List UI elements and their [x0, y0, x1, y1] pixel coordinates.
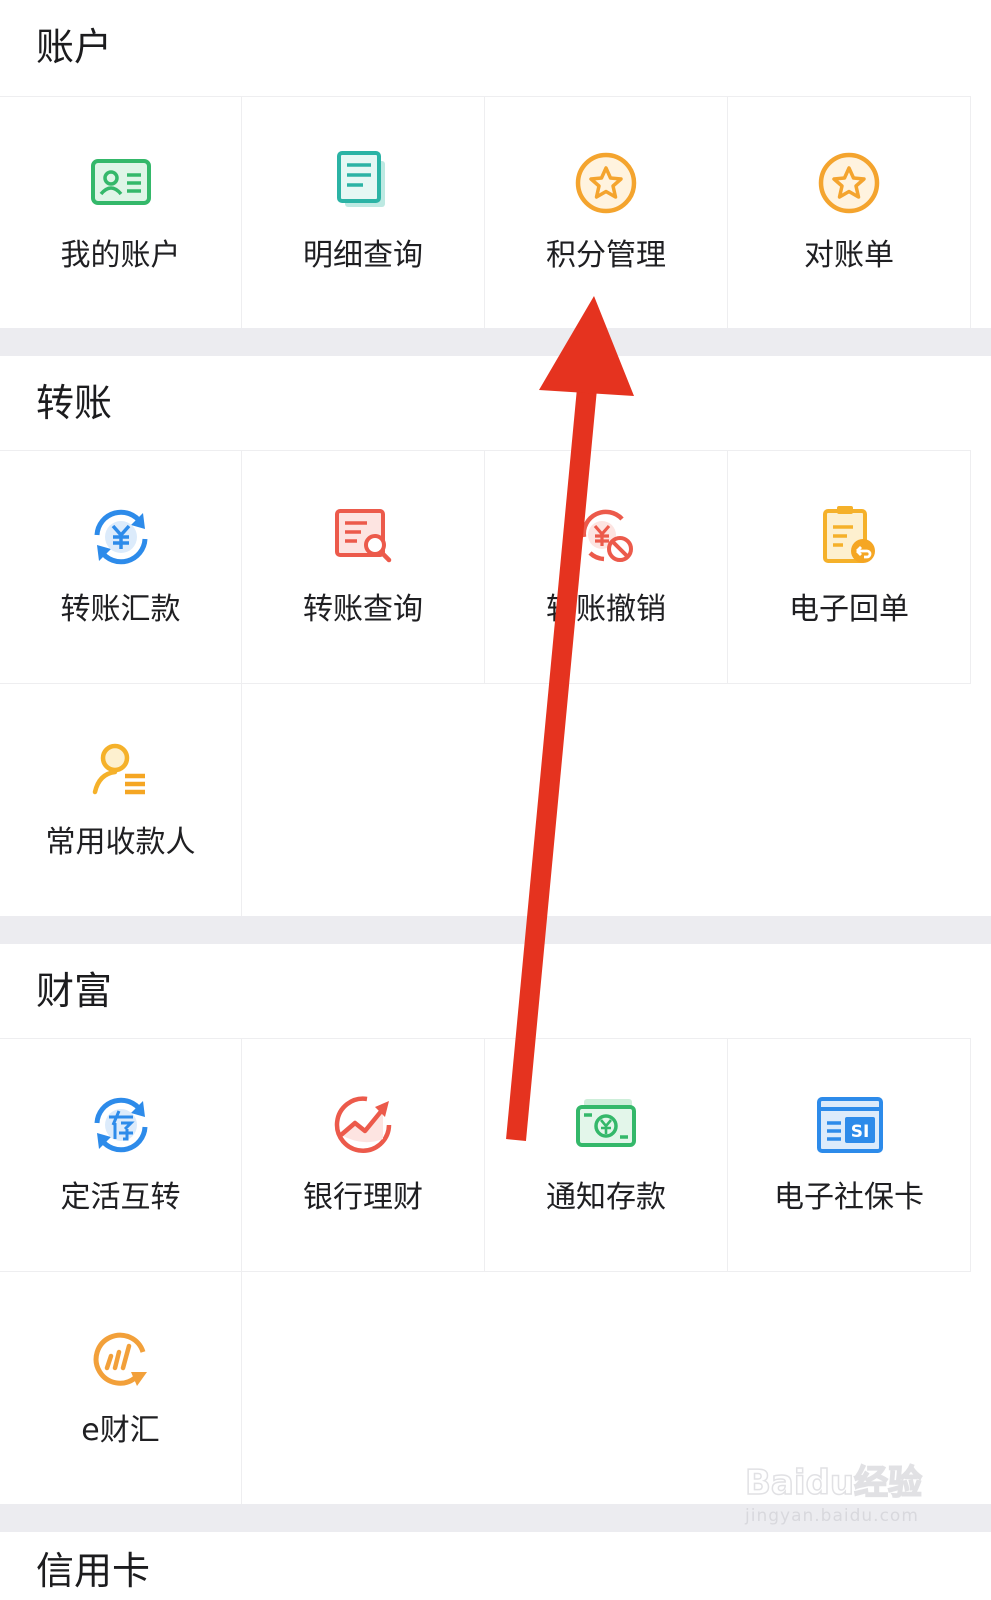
grid-item-frequent-payee[interactable]: 常用收款人: [0, 683, 242, 916]
grid-item-notice-deposit[interactable]: 通知存款: [485, 1038, 728, 1271]
trend-up-icon: [327, 1089, 399, 1161]
document-search-icon: [327, 501, 399, 573]
section-account: 账户 我的账户 明细查询 积分管理 对账单: [0, 0, 991, 328]
grid-item-bank-wealth[interactable]: 银行理财: [242, 1038, 485, 1271]
yuan-cancel-icon: [570, 501, 642, 573]
star-badge-icon: [813, 147, 885, 219]
grid-item-transfer-remit[interactable]: 转账汇款: [0, 450, 242, 683]
e-wealth-icon: [85, 1322, 157, 1394]
grid-item-label: 转账撤销: [546, 592, 666, 627]
section-title-account: 账户: [36, 25, 113, 69]
receipt-return-icon: [813, 501, 885, 573]
grid-item-label: 转账汇款: [60, 592, 181, 627]
grid-empty-cell: [242, 683, 971, 916]
grid-item-label: 定活互转: [60, 1180, 181, 1215]
grid-item-label: 明细查询: [303, 238, 423, 273]
grid-item-label: e财汇: [81, 1413, 160, 1448]
svg-text:SI: SI: [851, 1122, 870, 1142]
grid-item-label: 电子社保卡: [774, 1180, 924, 1215]
grid-item-label: 积分管理: [546, 238, 666, 273]
grid-item-my-account[interactable]: 我的账户: [0, 96, 242, 328]
grid-item-label: 银行理财: [303, 1180, 423, 1215]
grid-item-label: 我的账户: [60, 238, 181, 273]
section-wealth: 财富 定活互转 银行理财 通知存款 SI 电子社保卡 e财汇: [0, 944, 991, 1504]
deposit-exchange-icon: [85, 1089, 157, 1161]
watermark-url: jingyan.baidu.com: [745, 1506, 919, 1526]
id-card-icon: [85, 147, 157, 219]
grid-item-fixed-current-transfer[interactable]: 定活互转: [0, 1038, 242, 1271]
grid-item-e-wealth[interactable]: e财汇: [0, 1271, 242, 1504]
yuan-exchange-icon: [85, 501, 157, 573]
grid-item-points-management[interactable]: 积分管理: [485, 96, 728, 328]
grid-item-transfer-cancel[interactable]: 转账撤销: [485, 450, 728, 683]
grid-item-statement[interactable]: 对账单: [728, 96, 971, 328]
si-card-icon: SI: [813, 1089, 885, 1161]
grid-item-e-receipt[interactable]: 电子回单: [728, 450, 971, 683]
section-transfer: 转账 转账汇款 转账查询 转账撤销 电子回单 常用收款人: [0, 356, 991, 916]
watermark-brand: Baidu经验: [744, 1462, 923, 1504]
account-grid: 我的账户 明细查询 积分管理 对账单: [0, 96, 991, 328]
grid-item-label: 转账查询: [303, 592, 423, 627]
section-title-transfer: 转账: [36, 381, 113, 425]
grid-item-social-security-card[interactable]: SI 电子社保卡: [728, 1038, 971, 1271]
document-list-icon: [327, 147, 399, 219]
transfer-grid: 转账汇款 转账查询 转账撤销 电子回单 常用收款人: [0, 450, 991, 916]
watermark: Baidu经验 jingyan.baidu.com: [744, 1455, 945, 1555]
payee-contact-icon: [85, 734, 157, 806]
grid-item-detail-query[interactable]: 明细查询: [242, 96, 485, 328]
grid-item-transfer-query[interactable]: 转账查询: [242, 450, 485, 683]
grid-item-label: 通知存款: [546, 1180, 666, 1215]
section-title-credit-card: 信用卡: [36, 1549, 151, 1593]
grid-item-label: 常用收款人: [45, 825, 196, 860]
grid-item-label: 对账单: [804, 238, 894, 273]
section-title-wealth: 财富: [36, 969, 113, 1013]
star-badge-icon: [570, 147, 642, 219]
grid-item-label: 电子回单: [789, 592, 909, 627]
banknote-icon: [570, 1089, 642, 1161]
wealth-grid: 定活互转 银行理财 通知存款 SI 电子社保卡 e财汇: [0, 1038, 991, 1504]
